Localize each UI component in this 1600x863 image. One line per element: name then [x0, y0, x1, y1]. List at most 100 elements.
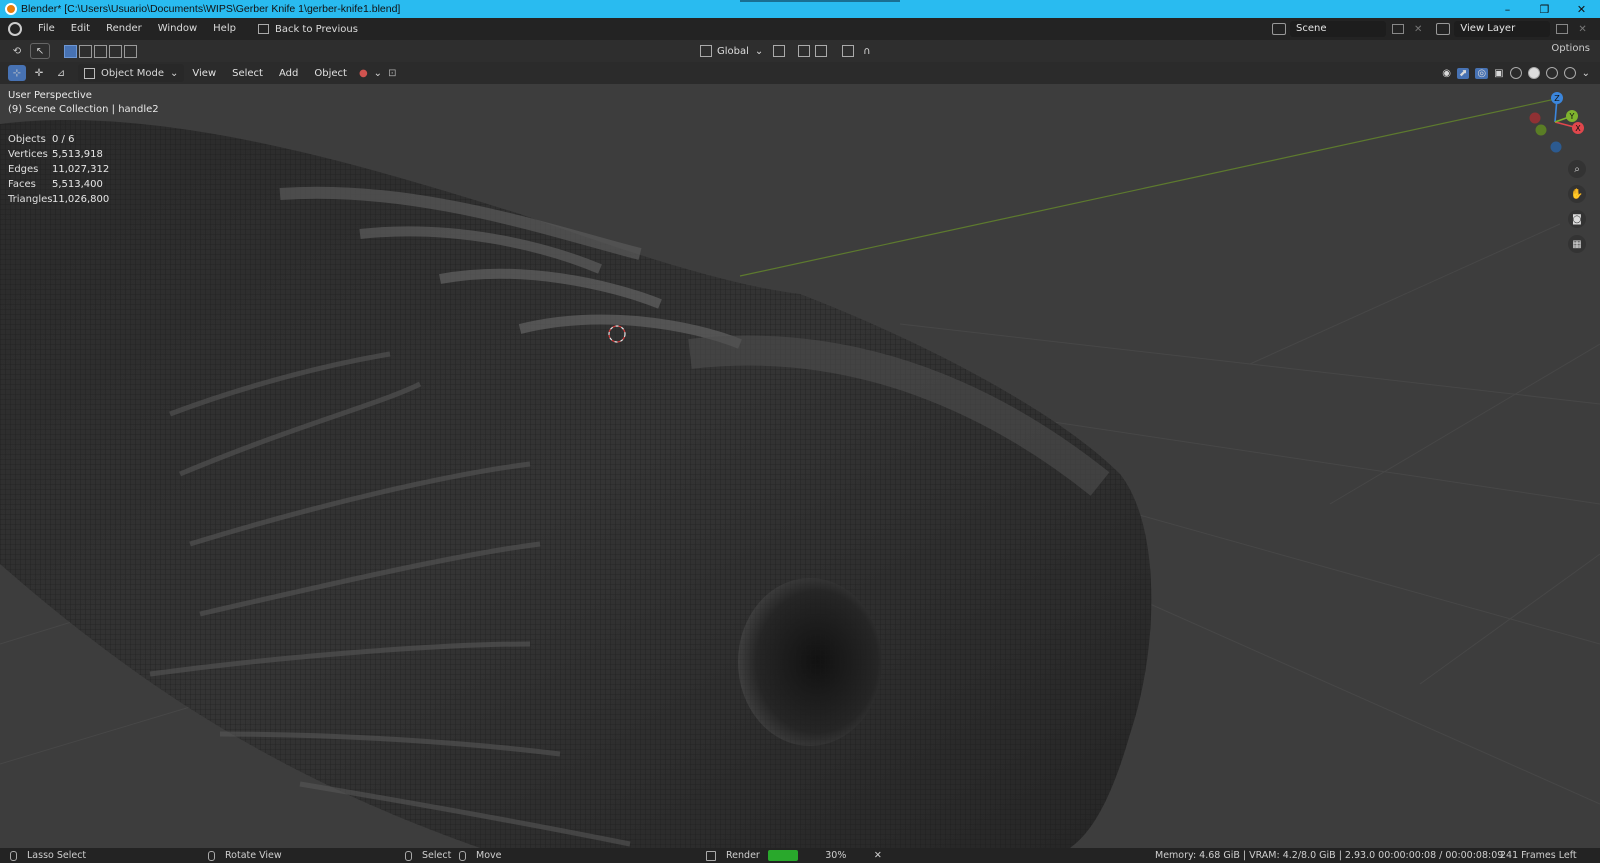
- pivot-point-icon[interactable]: [773, 45, 786, 57]
- proportional-edit-icon[interactable]: [842, 45, 855, 57]
- stat-row-faces: Faces 5,513,400: [8, 179, 103, 190]
- render-percent: 30%: [825, 850, 847, 861]
- minimize-button[interactable]: –: [1489, 0, 1526, 18]
- title-progress-strip: [740, 0, 900, 2]
- shading-options-chevron-icon[interactable]: ⌄: [1582, 68, 1590, 79]
- new-view-layer-icon[interactable]: [1556, 24, 1569, 34]
- remove-view-layer-icon[interactable]: ✕: [1578, 24, 1586, 35]
- navigation-gizmo: Z X Y: [1529, 92, 1584, 153]
- pan-hand-icon[interactable]: ✋: [1568, 185, 1586, 203]
- cancel-render-icon[interactable]: ✕: [874, 850, 882, 861]
- view-layer-icon[interactable]: [1436, 23, 1451, 35]
- select-invert-icon[interactable]: [109, 44, 122, 58]
- status-info: Memory: 4.68 GiB | VRAM: 4.2/8.0 GiB | 2…: [1155, 850, 1504, 861]
- blender-logo-icon[interactable]: [8, 22, 22, 36]
- gizmo-toggle-icon[interactable]: ⬈: [1457, 67, 1470, 79]
- mouse-right-icon: [405, 850, 412, 861]
- menu-file[interactable]: File: [30, 18, 63, 40]
- y-axis-line: [739, 97, 1561, 277]
- mode-dropdown[interactable]: Object Mode ⌄: [78, 64, 185, 82]
- editor-type-icon[interactable]: ⟲: [8, 43, 26, 59]
- stat-row-objects: Objects 0 / 6: [8, 134, 75, 145]
- select-subtract-icon[interactable]: [94, 44, 107, 58]
- viewport-scene: Z X Y: [0, 92, 1600, 848]
- status-rotate-view: Rotate View: [225, 850, 282, 861]
- gizmo-z-label: Z: [1554, 94, 1560, 103]
- scene-name-field[interactable]: Scene: [1290, 21, 1386, 37]
- menu-help[interactable]: Help: [205, 18, 244, 40]
- window-title-bar: Blender* [C:\Users\Usuario\Documents\WIP…: [0, 0, 1600, 18]
- close-window-button[interactable]: ✕: [1563, 0, 1600, 18]
- status-bar: Lasso Select Rotate View Select Move Ren…: [0, 848, 1600, 863]
- selection-mode-group: [64, 44, 137, 58]
- viewport-menu-object[interactable]: Object: [306, 68, 355, 79]
- back-to-previous-button[interactable]: Back to Previous: [257, 23, 358, 35]
- view-layer-field[interactable]: View Layer: [1454, 21, 1551, 37]
- select-new-icon[interactable]: [64, 44, 77, 58]
- select-extend-icon[interactable]: [79, 44, 92, 58]
- viewport-menu-view[interactable]: View: [184, 68, 224, 79]
- viewport-menu-select[interactable]: Select: [224, 68, 271, 79]
- orientation-chevron-icon: ⌄: [754, 45, 764, 57]
- new-scene-icon[interactable]: [1392, 24, 1404, 34]
- collection-label: (9) Scene Collection | handle2: [8, 104, 159, 115]
- frames-left: 241 Frames Left: [1500, 850, 1577, 861]
- transform-affect-chevron-icon: ⌄: [373, 67, 383, 79]
- select-intersect-icon[interactable]: [124, 44, 137, 58]
- mode-chevron-icon: ⌄: [170, 67, 179, 79]
- back-to-previous-label: Back to Previous: [274, 23, 358, 35]
- window-title: Blender* [C:\Users\Usuario\Documents\WIP…: [21, 3, 401, 15]
- gizmo-y-label: Y: [1569, 112, 1575, 121]
- viewport-navigation-buttons: ⌕ ✋ ◙ ▦: [1568, 160, 1586, 253]
- rendered-shading-icon[interactable]: [1563, 67, 1576, 79]
- viewport-header: ⊹ ✛ ⊿ Object Mode ⌄ View Select Add Obje…: [0, 62, 1600, 84]
- scene-statistics: Objects 0 / 6 Vertices 5,513,918 Edges 1…: [8, 132, 109, 207]
- snap-target-icon[interactable]: [815, 45, 828, 57]
- visibility-icon[interactable]: ◉: [1442, 68, 1451, 79]
- status-lasso-select: Lasso Select: [27, 850, 87, 861]
- material-shading-icon[interactable]: [1545, 67, 1558, 79]
- render-job-label: Render: [726, 850, 760, 861]
- mouse-middle-icon: [208, 850, 215, 861]
- maximize-button[interactable]: ❐: [1526, 0, 1563, 18]
- ortho-grid-icon[interactable]: ▦: [1568, 235, 1586, 253]
- move-tool-icon[interactable]: ✛: [30, 65, 48, 81]
- wireframe-shading-icon[interactable]: [1509, 67, 1522, 79]
- solid-shading-icon[interactable]: [1527, 67, 1540, 79]
- transform-orientation-dropdown[interactable]: Global: [717, 46, 749, 57]
- stat-row-vertices: Vertices 5,513,918: [8, 149, 103, 160]
- blender-app-icon: [5, 3, 17, 15]
- top-menu-bar: File Edit Render Window Help Back to Pre…: [0, 18, 1600, 40]
- link-icon[interactable]: ⊡: [388, 68, 396, 79]
- stat-row-edges: Edges 11,027,312: [8, 164, 110, 175]
- back-icon: [257, 24, 269, 34]
- zoom-icon[interactable]: ⌕: [1568, 160, 1586, 178]
- tool-header: ⟲ ↖ Global ⌄ ∩ Options: [0, 40, 1600, 62]
- view-perspective-label: User Perspective: [8, 90, 92, 101]
- gizmo-x-label: X: [1575, 124, 1581, 133]
- mouse-left-icon: [10, 850, 17, 861]
- xray-icon[interactable]: ▣: [1494, 68, 1503, 79]
- menu-window[interactable]: Window: [150, 18, 205, 40]
- render-job-icon: [706, 850, 716, 861]
- remove-scene-icon[interactable]: ✕: [1414, 24, 1422, 35]
- scene-icon[interactable]: [1272, 23, 1286, 35]
- active-tool-icon[interactable]: ↖: [30, 43, 50, 59]
- status-move: Move: [476, 850, 502, 861]
- mode-label: Object Mode: [101, 67, 164, 79]
- render-progress-bar: [767, 850, 798, 861]
- stat-row-triangles: Triangles 11,026,800: [8, 194, 110, 205]
- menu-render[interactable]: Render: [98, 18, 150, 40]
- transform-affect-icon[interactable]: ●: [359, 68, 368, 79]
- menu-edit[interactable]: Edit: [63, 18, 98, 40]
- falloff-icon[interactable]: ∩: [863, 46, 870, 57]
- mouse-drag-icon: [459, 850, 466, 861]
- overlay-toggle-icon[interactable]: ◎: [1475, 67, 1489, 79]
- cursor-tool-icon[interactable]: ⊿: [52, 65, 70, 81]
- camera-view-icon[interactable]: ◙: [1568, 210, 1586, 228]
- viewport-menu-add[interactable]: Add: [271, 68, 306, 79]
- options-dropdown[interactable]: Options: [1551, 43, 1590, 54]
- select-tool-icon[interactable]: ⊹: [8, 65, 26, 81]
- 3d-viewport[interactable]: Z X Y User Perspective (9) Scene Collect…: [0, 84, 1600, 848]
- snap-toggle-icon[interactable]: [798, 45, 811, 57]
